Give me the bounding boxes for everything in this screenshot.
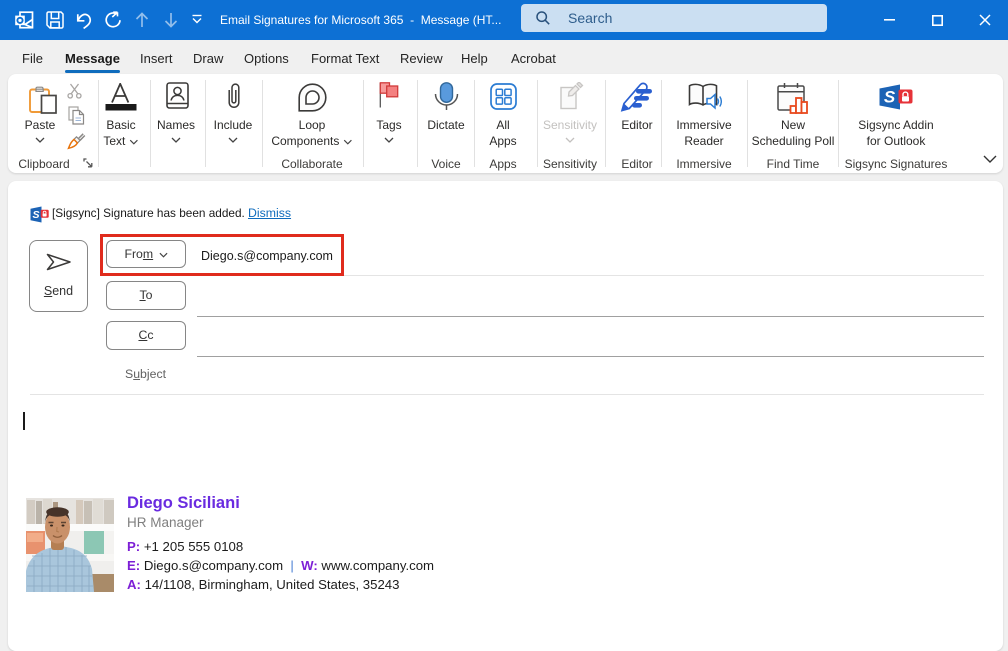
svg-text:S: S	[32, 209, 39, 221]
svg-text:S: S	[884, 88, 896, 107]
